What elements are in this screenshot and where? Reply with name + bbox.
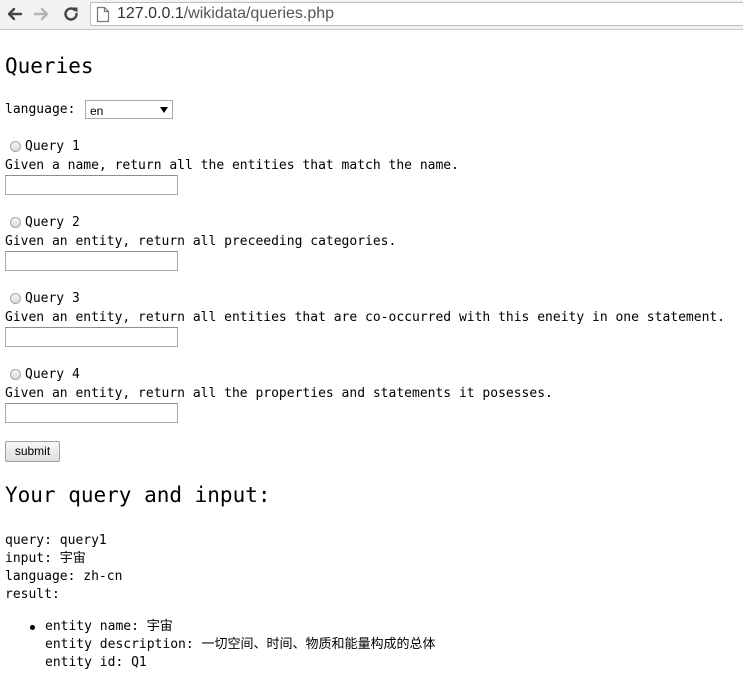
browser-toolbar: 127.0.0.1/wikidata/queries.php — [0, 0, 743, 30]
query-3-input[interactable] — [5, 327, 178, 347]
query-option-2: Query 2 Given an entity, return all prec… — [5, 215, 743, 285]
query-4-input[interactable] — [5, 403, 178, 423]
query-option-1: Query 1 Given a name, return all the ent… — [5, 139, 743, 209]
language-select-value: en — [90, 104, 104, 118]
submit-button[interactable]: submit — [5, 441, 60, 462]
result-query-line: query: query1 — [5, 533, 107, 548]
url-path: /wikidata/queries.php — [183, 5, 335, 22]
url-text[interactable]: 127.0.0.1/wikidata/queries.php — [117, 5, 334, 23]
page-title: Queries — [5, 54, 94, 78]
url-host: 127.0.0.1 — [117, 5, 184, 22]
language-select[interactable]: en — [85, 100, 173, 119]
query-4-description: Given an entity, return all the properti… — [5, 386, 553, 401]
query-2-description: Given an entity, return all preceeding c… — [5, 234, 397, 249]
bullet-icon — [30, 625, 35, 630]
result-label: result: — [5, 587, 60, 602]
result-language-line: language: zh-cn — [5, 569, 123, 584]
query-1-label: Query 1 — [25, 139, 80, 154]
result-title: Your query and input: — [5, 483, 271, 507]
page-icon — [96, 6, 110, 23]
language-label: language: — [5, 102, 76, 117]
address-bar[interactable]: 127.0.0.1/wikidata/queries.php — [90, 2, 743, 26]
query-option-3: Query 3 Given an entity, return all enti… — [5, 291, 743, 361]
query-2-input[interactable] — [5, 251, 178, 271]
query-1-description: Given a name, return all the entities th… — [5, 158, 459, 173]
query-4-radio[interactable] — [10, 369, 21, 380]
query-3-description: Given an entity, return all entities tha… — [5, 310, 726, 325]
reload-icon[interactable] — [61, 4, 81, 24]
entity-name-line: entity name: 宇宙 — [45, 619, 173, 634]
dropdown-arrow-icon — [160, 107, 168, 113]
query-option-4: Query 4 Given an entity, return all the … — [5, 367, 743, 437]
query-1-input[interactable] — [5, 175, 178, 195]
back-arrow-icon[interactable] — [5, 4, 25, 24]
entity-id-line: entity id: Q1 — [45, 655, 147, 670]
result-summary: query: query1 input: 宇宙 language: zh-cn … — [5, 532, 122, 604]
query-1-radio[interactable] — [10, 141, 21, 152]
query-3-radio[interactable] — [10, 293, 21, 304]
result-input-line: input: 宇宙 — [5, 551, 86, 566]
query-4-label: Query 4 — [25, 367, 80, 382]
forward-arrow-icon[interactable] — [31, 4, 51, 24]
query-2-radio[interactable] — [10, 217, 21, 228]
query-3-label: Query 3 — [25, 291, 80, 306]
entity-description-line: entity description: 一切空间、时间、物质和能量构成的总体 — [45, 637, 436, 652]
query-2-label: Query 2 — [25, 215, 80, 230]
